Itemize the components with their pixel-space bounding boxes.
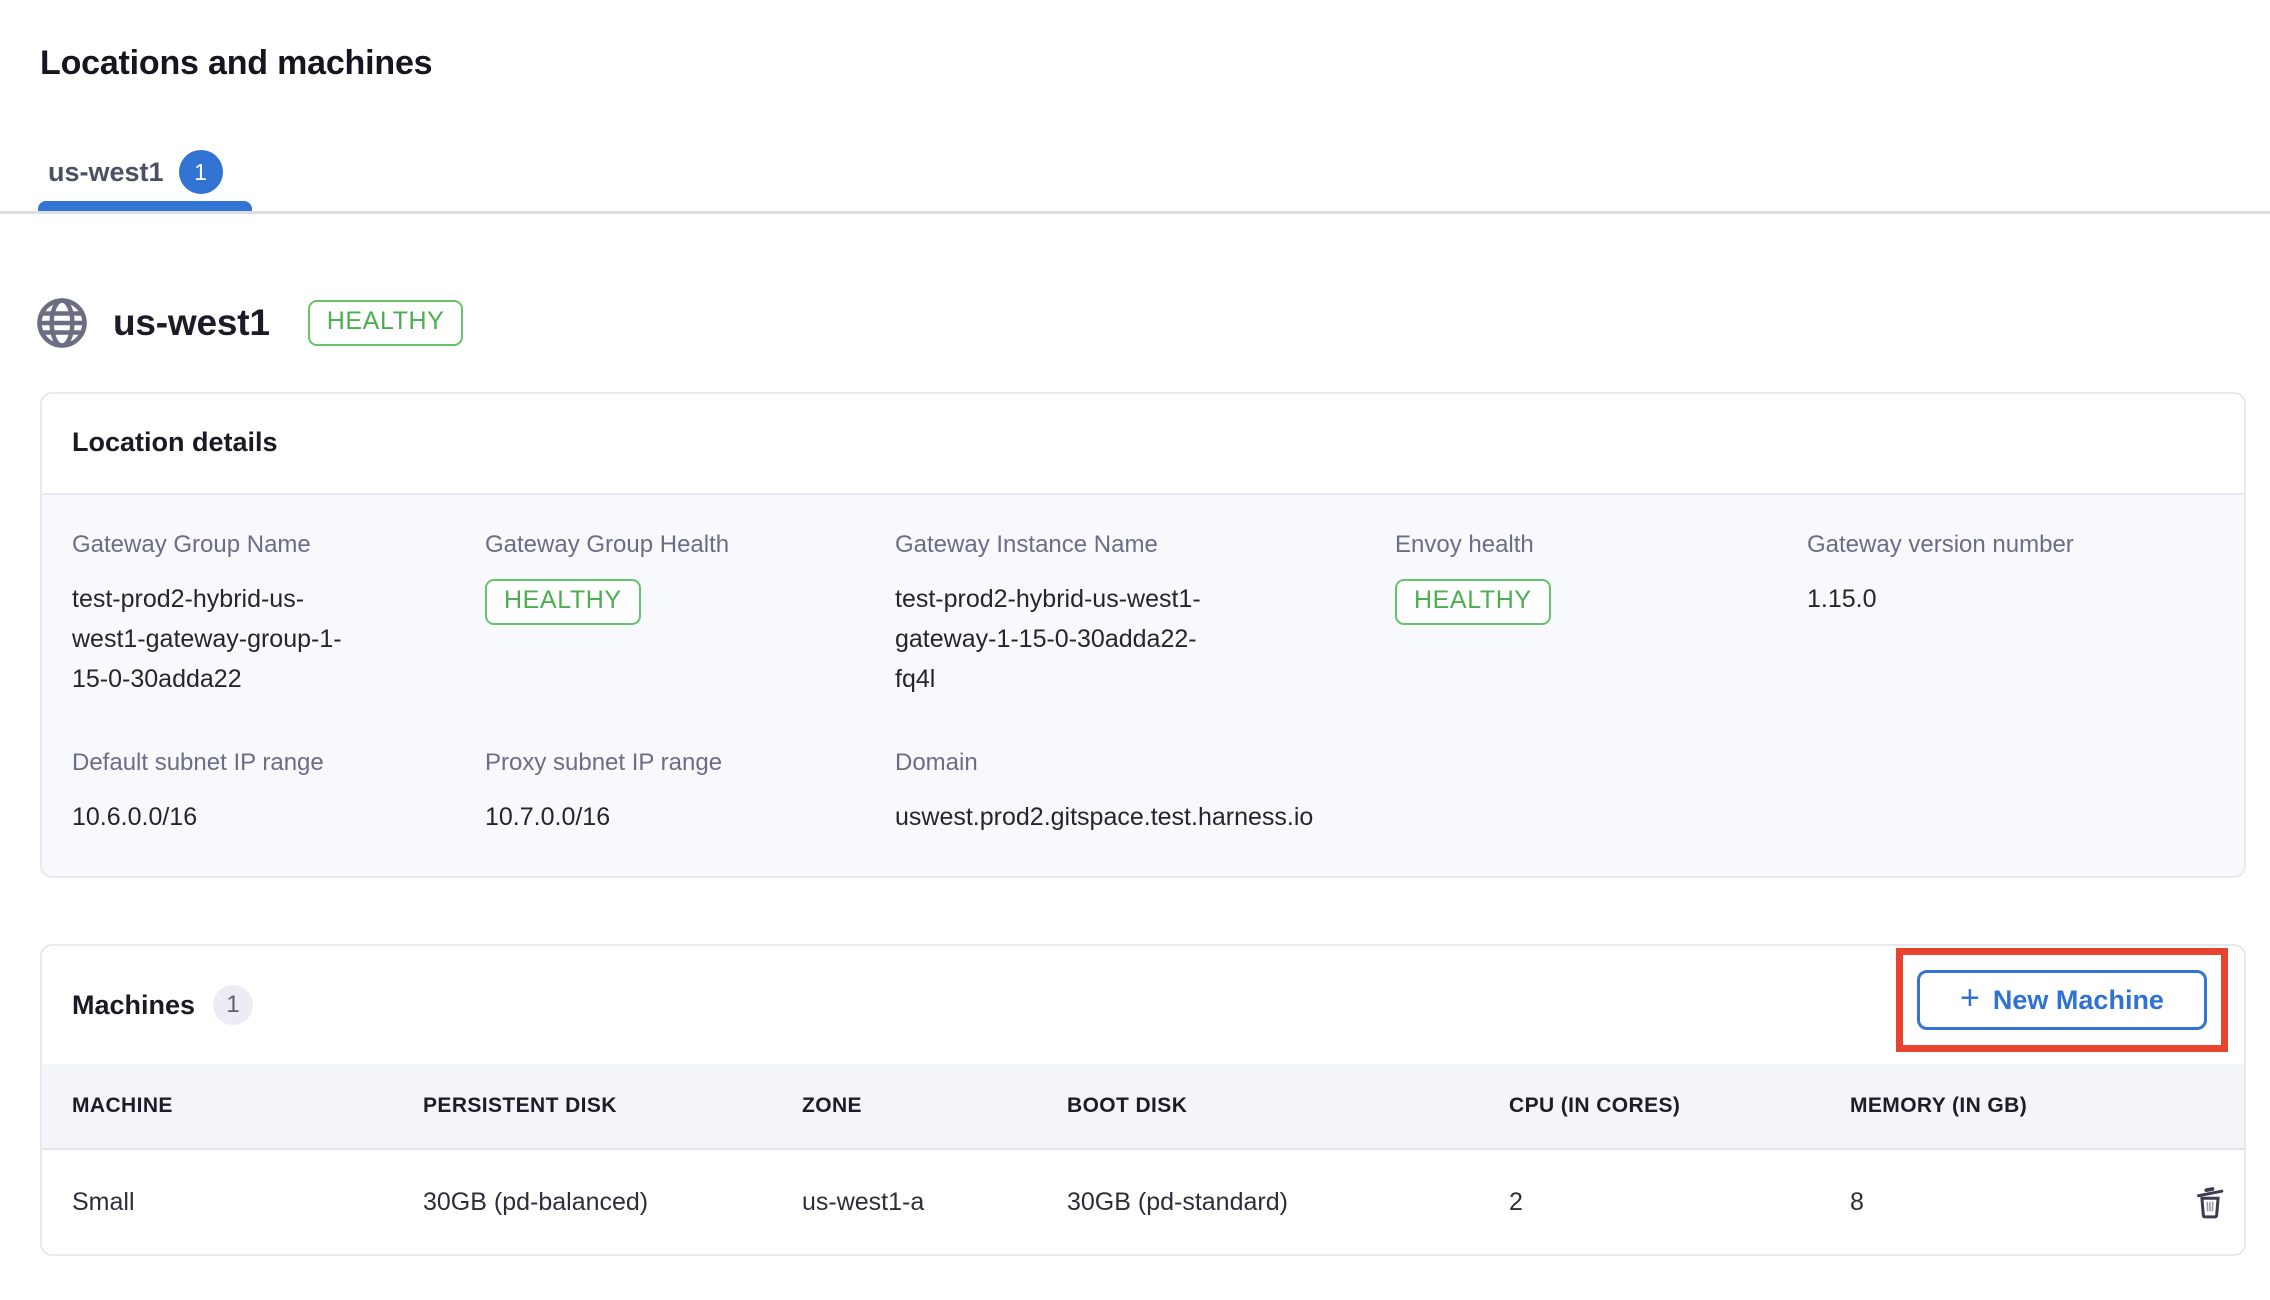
new-machine-button[interactable]: + New Machine (1917, 970, 2207, 1030)
active-tab-underline (38, 201, 252, 211)
column-header-cpu: CPU (IN CORES) (1509, 1094, 1850, 1118)
cell-persistent-disk: 30GB (pd-balanced) (423, 1188, 802, 1217)
gateway-group-health-badge: HEALTHY (485, 579, 641, 625)
detail-field-proxy-subnet: Proxy subnet IP range 10.7.0.0/16 (485, 749, 895, 837)
trash-icon (2191, 1181, 2229, 1223)
region-name: us-west1 (113, 302, 270, 344)
tab-us-west1[interactable]: us-west1 1 (48, 144, 223, 200)
machines-table-header: MACHINE PERSISTENT DISK ZONE BOOT DISK C… (42, 1064, 2244, 1150)
field-value: 10.7.0.0/16 (485, 797, 895, 837)
field-label: Domain (895, 749, 1395, 777)
plus-icon: + (1960, 981, 1980, 1015)
table-row: Small 30GB (pd-balanced) us-west1-a 30GB… (42, 1150, 2244, 1254)
column-header-memory: MEMORY (IN GB) (1850, 1094, 2190, 1118)
field-label: Gateway Instance Name (895, 531, 1395, 559)
column-header-zone: ZONE (802, 1094, 1067, 1118)
cell-machine: Small (72, 1188, 423, 1217)
detail-field-envoy-health: Envoy health HEALTHY (1395, 531, 1807, 699)
field-label: Default subnet IP range (72, 749, 485, 777)
location-details-panel: Location details Gateway Group Name test… (40, 392, 2246, 878)
page-title: Locations and machines (40, 44, 432, 83)
delete-machine-button[interactable] (2190, 1180, 2230, 1224)
envoy-health-badge: HEALTHY (1395, 579, 1551, 625)
field-value: 1.15.0 (1807, 579, 2214, 619)
cell-memory: 8 (1850, 1188, 2190, 1217)
field-label: Proxy subnet IP range (485, 749, 895, 777)
cell-boot-disk: 30GB (pd-standard) (1067, 1188, 1509, 1217)
tab-label: us-west1 (48, 157, 164, 188)
column-header-machine: MACHINE (72, 1094, 423, 1118)
detail-field-gateway-group-name: Gateway Group Name test-prod2-hybrid-us-… (72, 531, 485, 699)
field-value: test-prod2-hybrid-us-west1-gateway-1-15-… (895, 579, 1230, 699)
region-status-badge: HEALTHY (308, 300, 464, 346)
machines-panel: Machines 1 + New Machine MACHINE PERSIST… (40, 944, 2246, 1256)
field-label: Gateway Group Health (485, 531, 895, 559)
detail-field-default-subnet: Default subnet IP range 10.6.0.0/16 (72, 749, 485, 837)
annotation-highlight-box: + New Machine (1896, 948, 2228, 1052)
new-machine-label: New Machine (1993, 985, 2164, 1016)
cell-zone: us-west1-a (802, 1188, 1067, 1217)
tabs-divider (0, 211, 2270, 214)
globe-icon (35, 296, 89, 350)
detail-field-gateway-version: Gateway version number 1.15.0 (1807, 531, 2214, 699)
field-value: uswest.prod2.gitspace.test.harness.io (895, 797, 1395, 837)
location-details-title: Location details (42, 394, 2244, 495)
field-label: Gateway Group Name (72, 531, 485, 559)
detail-field-gateway-group-health: Gateway Group Health HEALTHY (485, 531, 895, 699)
machines-header: Machines 1 + New Machine (42, 946, 2244, 1064)
location-details-body: Gateway Group Name test-prod2-hybrid-us-… (42, 495, 2244, 877)
machines-count-badge: 1 (213, 985, 253, 1025)
cell-cpu: 2 (1509, 1188, 1850, 1217)
region-header: us-west1 HEALTHY (35, 296, 463, 350)
tab-count-badge: 1 (179, 150, 223, 194)
column-header-persistent-disk: PERSISTENT DISK (423, 1094, 802, 1118)
detail-field-gateway-instance-name: Gateway Instance Name test-prod2-hybrid-… (895, 531, 1395, 699)
field-value: test-prod2-hybrid-us-west1-gateway-group… (72, 579, 357, 699)
machines-title: Machines (72, 990, 195, 1021)
field-label: Gateway version number (1807, 531, 2214, 559)
field-value: 10.6.0.0/16 (72, 797, 485, 837)
column-header-boot-disk: BOOT DISK (1067, 1094, 1509, 1118)
field-label: Envoy health (1395, 531, 1807, 559)
detail-field-domain: Domain uswest.prod2.gitspace.test.harnes… (895, 749, 1395, 837)
